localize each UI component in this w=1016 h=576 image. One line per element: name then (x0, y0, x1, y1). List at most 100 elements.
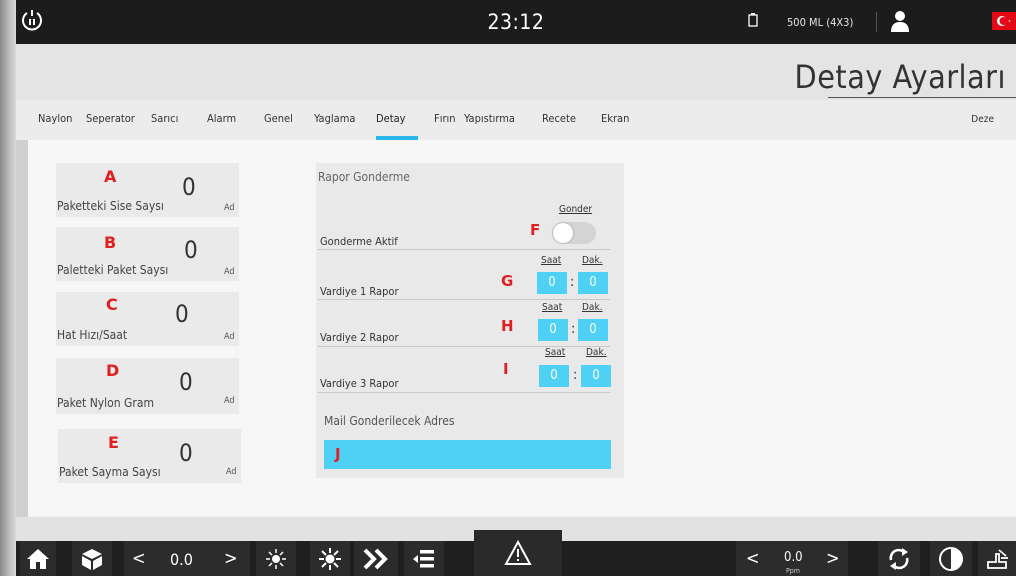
tab-naylon[interactable]: Naylon (38, 112, 72, 125)
field-label: Paket Sayma Saysı (59, 465, 161, 479)
field-unit: Ad (224, 267, 235, 277)
marker-j: J (335, 445, 341, 463)
ppm-decrement-button[interactable]: < (746, 548, 760, 569)
field-label: Paketteki Sise Saysı (57, 199, 164, 213)
shift1-label: Vardiye 1 Rapor (320, 285, 399, 298)
speed-stepper: < 0.0 > (124, 541, 250, 576)
shift3-minute-input[interactable]: 0 (581, 365, 611, 387)
home-button[interactable] (20, 541, 56, 576)
field-unit: Ad (224, 332, 235, 342)
marker-e: E (108, 433, 119, 452)
shift2-label: Vardiye 2 Rapor (320, 331, 399, 344)
mail-address-input[interactable]: J (324, 440, 611, 469)
tab-sarici[interactable]: Sarıcı (151, 112, 178, 125)
marker-i: I (503, 360, 509, 378)
field-value[interactable]: 0 (179, 439, 193, 467)
tab-alarm[interactable]: Alarm (207, 112, 236, 125)
field-card-paket-sayma[interactable]: E Paket Sayma Saysı 0 Ad (58, 429, 241, 483)
marker-d: D (106, 361, 120, 380)
shift2-hour-input[interactable]: 0 (538, 319, 568, 341)
ppm-stepper: < 0.0 Ppm > (736, 541, 848, 576)
shift3-hour-input[interactable]: 0 (539, 365, 569, 387)
bottle-icon (748, 13, 758, 27)
field-value[interactable]: 0 (179, 368, 193, 396)
cube-icon (82, 548, 102, 570)
tab-yaglama[interactable]: Yaglama (314, 112, 355, 125)
tab-detay[interactable]: Detay (376, 112, 406, 125)
double-chevron-right-icon (363, 548, 388, 569)
field-card-hat-hizi[interactable]: C Hat Hızı/Saat 0 Ad (56, 292, 239, 346)
time-colon: : (573, 367, 578, 383)
field-unit: Ad (224, 396, 235, 406)
window-edge (0, 0, 16, 576)
ppm-unit: Ppm (786, 567, 800, 575)
settings-hand-button[interactable] (978, 541, 1016, 576)
row-divider (318, 392, 610, 393)
tab-ekran[interactable]: Ekran (601, 112, 629, 125)
field-unit: Ad (224, 203, 235, 213)
field-unit: Ad (226, 467, 237, 477)
marker-b: B (104, 233, 117, 252)
marker-f: F (530, 221, 541, 239)
contrast-icon (939, 546, 963, 571)
ppm-increment-button[interactable]: > (826, 548, 840, 569)
recycle-icon (889, 547, 909, 570)
hand-tool-icon (987, 548, 1008, 569)
shift2-minute-input[interactable]: 0 (578, 319, 608, 341)
minute-header: Dak. (582, 302, 603, 313)
field-card-paketteki-sise[interactable]: A Paketteki Sise Saysı 0 Ad (56, 163, 239, 217)
minute-header: Dak. (586, 347, 607, 358)
mail-label: Mail Gonderilecek Adres (324, 414, 455, 428)
field-card-paket-nylon-gram[interactable]: D Paket Nylon Gram 0 Ad (56, 358, 239, 414)
contrast-button[interactable] (930, 541, 972, 576)
tab-recete[interactable]: Recete (542, 112, 576, 125)
shift1-hour-input[interactable]: 0 (537, 272, 567, 294)
speed-value: 0.0 (170, 550, 193, 569)
marker-c: C (106, 295, 118, 314)
field-value[interactable]: 0 (184, 236, 198, 264)
tab-firin[interactable]: Fırın (434, 112, 456, 125)
user-icon[interactable] (890, 10, 910, 32)
field-card-paletteki-paket[interactable]: B Paletteki Paket Saysı 0 Ad (56, 227, 239, 281)
list-arrow-icon (413, 549, 434, 567)
field-value[interactable]: 0 (182, 173, 196, 201)
package-button[interactable] (72, 541, 112, 576)
hour-header: Saat (541, 255, 562, 266)
decrement-button[interactable]: < (132, 548, 146, 569)
tab-deze[interactable]: Deze (971, 114, 994, 125)
language-flag-icon[interactable] (992, 12, 1016, 30)
hour-header: Saat (542, 302, 563, 313)
toggle-knob (553, 223, 573, 243)
tab-yapistirma[interactable]: Yapıstırma (464, 112, 515, 125)
title-rule (828, 97, 1016, 98)
report-panel: Rapor Gonderme Gonder F Gonderme Aktif S… (316, 163, 624, 478)
field-label: Paket Nylon Gram (57, 396, 154, 410)
divider (876, 12, 877, 32)
shift3-label: Vardiye 3 Rapor (320, 377, 399, 390)
home-icon (27, 548, 49, 569)
field-label: Hat Hızı/Saat (57, 328, 128, 342)
row-divider (318, 249, 610, 250)
report-title: Rapor Gonderme (318, 170, 410, 184)
menu-back-button[interactable] (404, 541, 444, 576)
light-bright-button[interactable] (310, 541, 350, 576)
clock: 23:12 (487, 10, 545, 34)
shift1-minute-input[interactable]: 0 (578, 272, 608, 294)
send-active-label: Gonderme Aktif (320, 235, 398, 248)
bulb-dim-icon (266, 548, 286, 569)
time-colon: : (570, 274, 575, 290)
alarm-tab-button[interactable] (474, 530, 562, 576)
refresh-button[interactable] (878, 541, 920, 576)
marker-a: A (104, 167, 117, 186)
tab-genel[interactable]: Genel (264, 112, 293, 125)
product-label: 500 ML (4X3) (787, 16, 854, 29)
light-dim-button[interactable] (256, 541, 296, 576)
send-active-toggle[interactable] (552, 222, 596, 244)
field-value[interactable]: 0 (175, 300, 189, 328)
page-title: Detay Ayarları (794, 58, 1006, 96)
row-divider (318, 299, 610, 300)
fast-forward-button[interactable] (354, 541, 398, 576)
tab-seperator[interactable]: Seperator (86, 112, 135, 125)
field-label: Paletteki Paket Saysı (57, 263, 169, 277)
increment-button[interactable]: > (224, 548, 238, 569)
